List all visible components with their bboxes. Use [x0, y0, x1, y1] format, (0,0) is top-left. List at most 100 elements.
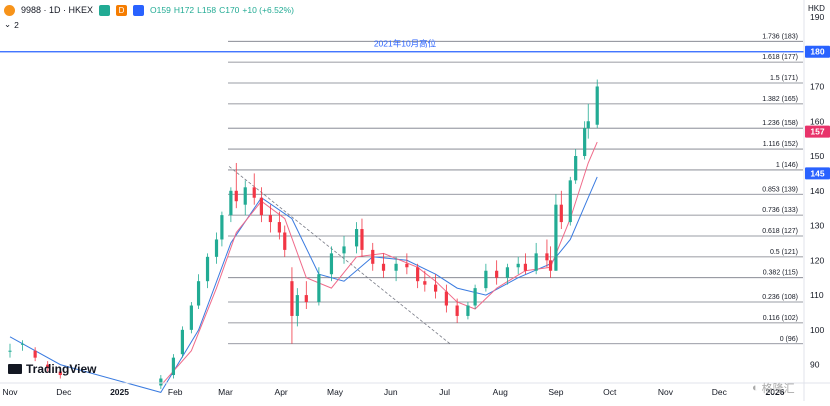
- candle-body: [559, 204, 563, 223]
- fib-label-1.5: 1.5 (171): [770, 75, 798, 82]
- fib-label-0.853: 0.853 (139): [762, 186, 798, 193]
- candle-body: [371, 249, 375, 264]
- candle-body: [8, 350, 12, 352]
- candle-27: [354, 222, 359, 254]
- fib-label-0.5: 0.5 (121): [770, 249, 798, 256]
- candle-body: [360, 229, 364, 250]
- candle-17: [259, 187, 264, 223]
- candle-29: [371, 242, 375, 271]
- candle-28: [360, 218, 364, 257]
- candle-body: [243, 187, 247, 205]
- fib-label-0.236: 0.236 (108): [762, 294, 798, 301]
- indicator-toggle[interactable]: ⌄ 2: [4, 19, 19, 30]
- x-tick-12: Nov: [658, 387, 674, 397]
- x-tick-5: Apr: [275, 387, 288, 397]
- candle-43: [516, 256, 520, 275]
- y-tick-90: 90: [810, 360, 820, 370]
- candle-53: [586, 103, 590, 139]
- gelonghui-watermark: ◐ 格隆汇: [752, 380, 795, 396]
- candle-body: [455, 305, 459, 316]
- y-tick-130: 130: [810, 221, 824, 231]
- candle-49: [559, 190, 563, 230]
- y-tick-170: 170: [810, 81, 824, 91]
- y-tick-120: 120: [810, 255, 824, 265]
- candle-body: [595, 86, 599, 125]
- candle-23: [304, 281, 308, 309]
- change-value: +10 (+6.52%): [242, 5, 294, 15]
- candle-12: [220, 211, 224, 247]
- candle-body: [586, 121, 590, 129]
- x-tick-10: Sep: [548, 387, 563, 397]
- high-value: H172: [173, 5, 195, 15]
- x-tick-3: Feb: [168, 387, 183, 397]
- x-tick-11: Oct: [603, 387, 617, 397]
- fib-label-0: 0 (96): [780, 336, 798, 343]
- candle-body: [495, 270, 499, 278]
- candle-body: [405, 263, 409, 268]
- candle-body: [317, 274, 321, 303]
- fib-label-1: 1 (146): [776, 162, 798, 169]
- tradingview-text: TradingView: [26, 362, 97, 376]
- x-tick-7: Jun: [384, 387, 398, 397]
- symbol-legend[interactable]: 9988 · 1D · HKEX D O159 H172 L158 C170 +…: [4, 3, 294, 17]
- candle-7: [180, 326, 184, 358]
- flag-icon: [133, 4, 145, 16]
- candle-body: [189, 305, 193, 330]
- moving-averages: [9, 141, 598, 393]
- open-value: O159: [150, 5, 171, 15]
- x-tick-6: May: [327, 387, 344, 397]
- symbol-title[interactable]: 9988 · 1D · HKEX: [21, 5, 93, 15]
- candle-50: [568, 176, 572, 226]
- indicator-count: 2: [14, 19, 19, 30]
- candle-body: [33, 350, 37, 358]
- candle-51: [574, 149, 578, 184]
- candle-42: [505, 263, 510, 285]
- candle-body: [484, 270, 488, 289]
- candle-45: [534, 242, 538, 275]
- fib-grid: 0 (96) 0.116 (102) 0.236 (108) 0.382 (115) 0…: [0, 33, 804, 345]
- y-tick-150: 150: [810, 151, 824, 161]
- candle-body: [568, 180, 572, 223]
- candle-body: [268, 215, 272, 223]
- candle-52: [583, 121, 587, 160]
- price-chart[interactable]: 0 (96) 0.116 (102) 0.236 (108) 0.382 (115) 0…: [0, 0, 830, 401]
- candle-body: [394, 263, 398, 271]
- alibaba-logo-icon: [4, 4, 15, 16]
- candle-54: [595, 79, 599, 129]
- candle-body: [505, 267, 510, 278]
- y-tick-100: 100: [810, 325, 824, 335]
- ma-fast-line: [160, 141, 598, 386]
- candle-36: [444, 284, 448, 313]
- candle-body: [220, 215, 224, 240]
- low-value: L158: [197, 5, 217, 15]
- gelonghui-text: 格隆汇: [761, 383, 795, 395]
- delay-badge: D: [116, 4, 128, 16]
- candle-body: [205, 256, 210, 282]
- candle-body: [545, 253, 549, 261]
- candle-body: [234, 190, 238, 202]
- trendline-layer: [228, 166, 451, 345]
- x-tick-4: Mar: [218, 387, 233, 397]
- resistance-label: 2021年10月高位: [374, 39, 437, 49]
- candle-10: [205, 253, 210, 289]
- candle-body: [548, 260, 553, 271]
- close-value: C170: [219, 5, 240, 15]
- candle-8: [189, 302, 193, 334]
- candle-25: [329, 246, 334, 282]
- price-tag-text-180: 180: [810, 47, 824, 57]
- candle-body: [381, 263, 386, 271]
- candle-body: [290, 281, 294, 316]
- candle-22: [295, 288, 299, 327]
- fib-label-1.382: 1.382 (165): [762, 96, 798, 103]
- x-tick-2: 2025: [110, 387, 129, 397]
- candle-body: [473, 288, 477, 306]
- y-tick-140: 140: [810, 186, 824, 196]
- candle-39: [473, 284, 477, 309]
- candle-body: [433, 284, 438, 292]
- candle-body: [342, 246, 346, 254]
- fib-label-0.618: 0.618 (127): [762, 228, 798, 235]
- candle-20: [283, 225, 287, 257]
- candle-body: [329, 253, 334, 275]
- candle-body: [444, 291, 448, 306]
- market-open-icon: [99, 4, 111, 16]
